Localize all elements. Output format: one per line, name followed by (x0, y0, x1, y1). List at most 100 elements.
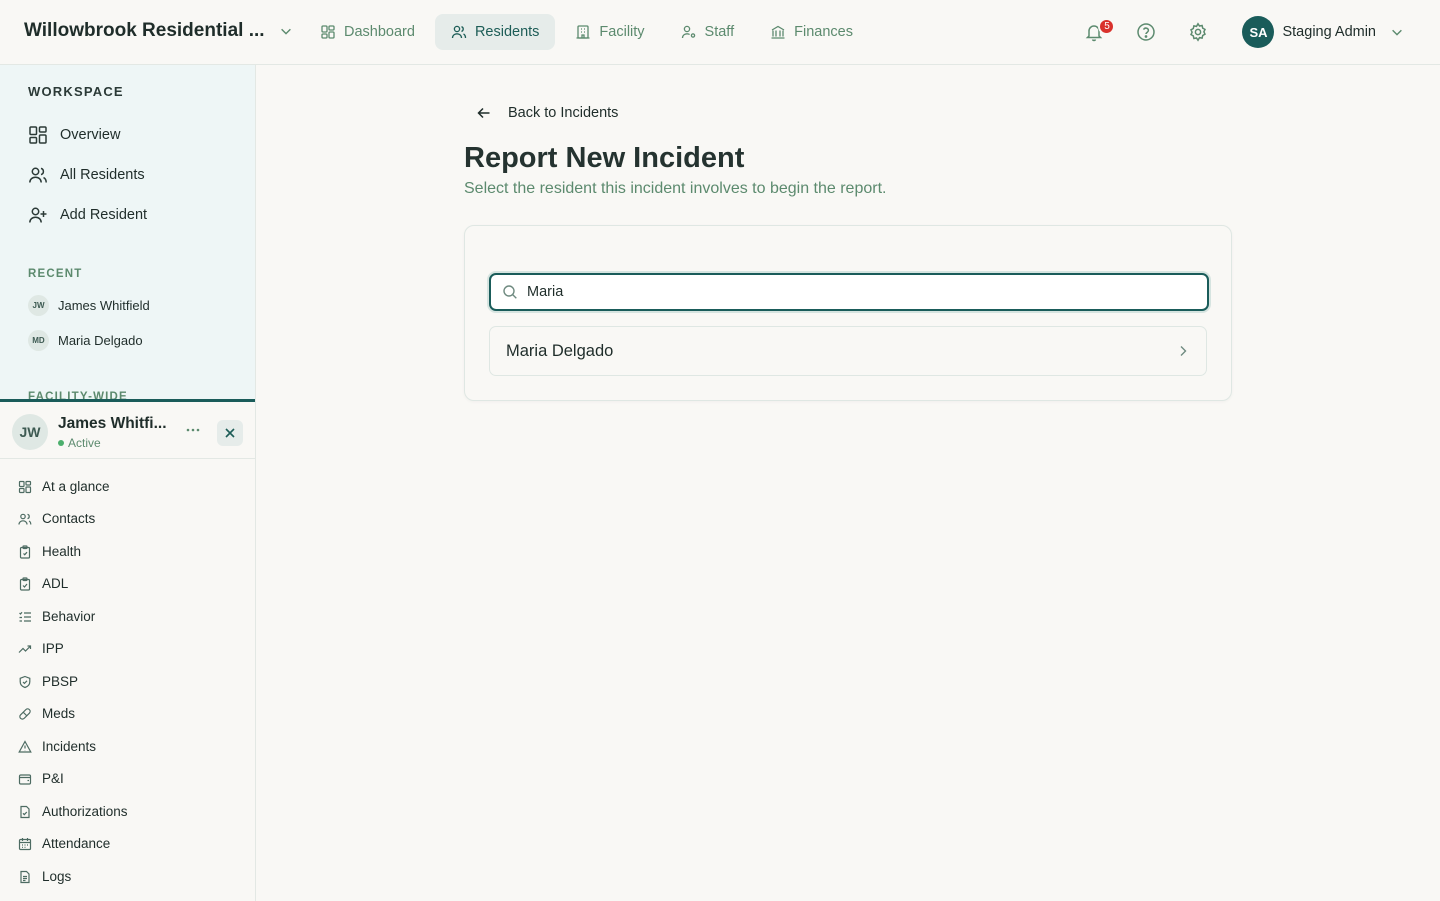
resident-tab-health[interactable]: Health (18, 544, 81, 559)
chevron-down-icon (279, 24, 293, 38)
user-gear-icon (681, 24, 697, 40)
org-switcher[interactable]: Willowbrook Residential ... (24, 20, 293, 42)
main-nav: Dashboard Residents Facility Staff Finan… (304, 14, 869, 50)
resident-tab-label: Logs (42, 869, 72, 884)
resident-tab-logs[interactable]: Logs (18, 869, 71, 884)
resident-name: James Whitfi... (58, 415, 167, 432)
alert-triangle-icon (18, 739, 32, 754)
resident-tab-authorizations[interactable]: Authorizations (18, 804, 128, 819)
resident-search-field[interactable] (489, 273, 1209, 311)
resident-tab-pbsp[interactable]: PBSP (18, 674, 78, 689)
clipboard-icon (18, 544, 32, 559)
resident-tab-label: PBSP (42, 674, 79, 689)
resident-tab-at-a-glance[interactable]: At a glance (18, 479, 110, 494)
nav-residents[interactable]: Residents (434, 14, 556, 50)
user-plus-icon (28, 205, 48, 225)
sidebar-item-add-resident[interactable]: Add Resident (28, 205, 147, 225)
status-dot-icon (58, 440, 64, 446)
nav-label: Staff (704, 24, 735, 40)
chevron-right-icon (1176, 344, 1190, 358)
more-options-button[interactable] (183, 422, 203, 438)
list-check-icon (18, 610, 32, 624)
nav-label: Facility (599, 24, 645, 40)
help-button[interactable] (1128, 14, 1164, 50)
recent-heading: RECENT (28, 268, 83, 280)
calendar-icon (18, 837, 32, 851)
trend-icon (18, 642, 32, 656)
page-title: Report New Incident (464, 142, 745, 174)
search-input[interactable] (527, 284, 1177, 300)
bank-icon (770, 24, 786, 40)
users-icon (18, 512, 32, 526)
nav-staff[interactable]: Staff (665, 14, 751, 50)
grid-icon (320, 24, 336, 40)
page-subtitle: Select the resident this incident involv… (464, 180, 887, 197)
status-badge: Active (58, 436, 101, 450)
recent-item-maria-delgado[interactable]: MD Maria Delgado (28, 330, 143, 351)
resident-tab-label: Behavior (42, 609, 96, 624)
shield-icon (18, 675, 32, 689)
user-menu[interactable]: SA Staging Admin (1242, 16, 1404, 48)
sidebar-item-label: All Residents (60, 167, 145, 183)
gear-icon (1188, 22, 1208, 42)
clipboard-check-icon (18, 576, 32, 591)
top-actions: 5 SA Staging Admin (1060, 14, 1404, 50)
chevron-down-icon (1390, 25, 1404, 39)
settings-button[interactable] (1180, 14, 1216, 50)
nav-label: Finances (794, 24, 853, 40)
notification-badge: 5 (1098, 18, 1116, 35)
nav-dashboard[interactable]: Dashboard (304, 14, 431, 50)
resident-tab-ipp[interactable]: IPP (18, 641, 64, 656)
resident-tab-meds[interactable]: Meds (18, 706, 75, 721)
avatar: JW (28, 295, 49, 316)
resident-tab-label: At a glance (42, 479, 110, 494)
help-circle-icon (1136, 22, 1156, 42)
file-check-icon (18, 805, 32, 819)
users-icon (28, 165, 48, 185)
resident-tab-label: IPP (42, 641, 64, 656)
notifications-button[interactable]: 5 (1076, 14, 1116, 50)
back-link-label: Back to Incidents (508, 105, 619, 121)
avatar: JW (12, 414, 48, 450)
resident-tab-label: Authorizations (42, 804, 128, 819)
sidebar-item-label: Overview (60, 127, 121, 143)
resident-panel-header: JW James Whitfi... Active (0, 402, 255, 459)
more-horizontal-icon (186, 428, 200, 432)
avatar: MD (28, 330, 49, 351)
resident-picker-card: Maria Delgado (464, 225, 1232, 401)
resident-tab-adl[interactable]: ADL (18, 576, 68, 591)
nav-label: Dashboard (344, 24, 415, 40)
sidebar-workspace: WORKSPACE Overview All Residents Add Res… (0, 65, 255, 401)
nav-facility[interactable]: Facility (559, 14, 660, 50)
resident-tab-label: P&I (42, 771, 64, 786)
status-label: Active (68, 436, 101, 450)
building-icon (575, 24, 591, 40)
workspace-heading: WORKSPACE (28, 84, 124, 99)
wallet-icon (18, 772, 32, 786)
recent-item-label: Maria Delgado (58, 333, 143, 348)
grid-icon (28, 125, 48, 145)
avatar: SA (1242, 16, 1275, 48)
search-result-item[interactable]: Maria Delgado (489, 326, 1207, 376)
resident-tab-attendance[interactable]: Attendance (18, 836, 110, 851)
recent-item-james-whitfield[interactable]: JW James Whitfield (28, 295, 150, 316)
top-bar: Willowbrook Residential ... Dashboard Re… (0, 0, 1440, 65)
sidebar-item-overview[interactable]: Overview (28, 125, 120, 145)
resident-tab-p-and-i[interactable]: P&I (18, 771, 64, 786)
back-to-incidents-link[interactable]: Back to Incidents (476, 105, 618, 121)
search-icon (491, 284, 518, 300)
pill-icon (18, 707, 32, 721)
user-name: Staging Admin (1282, 24, 1376, 40)
resident-tab-behavior[interactable]: Behavior (18, 609, 95, 624)
users-icon (451, 24, 467, 40)
nav-finances[interactable]: Finances (754, 14, 869, 50)
resident-tab-label: Health (42, 544, 82, 559)
nav-label: Residents (474, 24, 540, 40)
resident-tab-contacts[interactable]: Contacts (18, 511, 95, 526)
resident-tab-label: Contacts (42, 511, 96, 526)
close-panel-button[interactable] (217, 420, 243, 446)
sidebar-item-all-residents[interactable]: All Residents (28, 165, 145, 185)
resident-tab-incidents[interactable]: Incidents (18, 739, 96, 754)
arrow-left-icon (476, 105, 492, 121)
close-icon (223, 426, 237, 440)
